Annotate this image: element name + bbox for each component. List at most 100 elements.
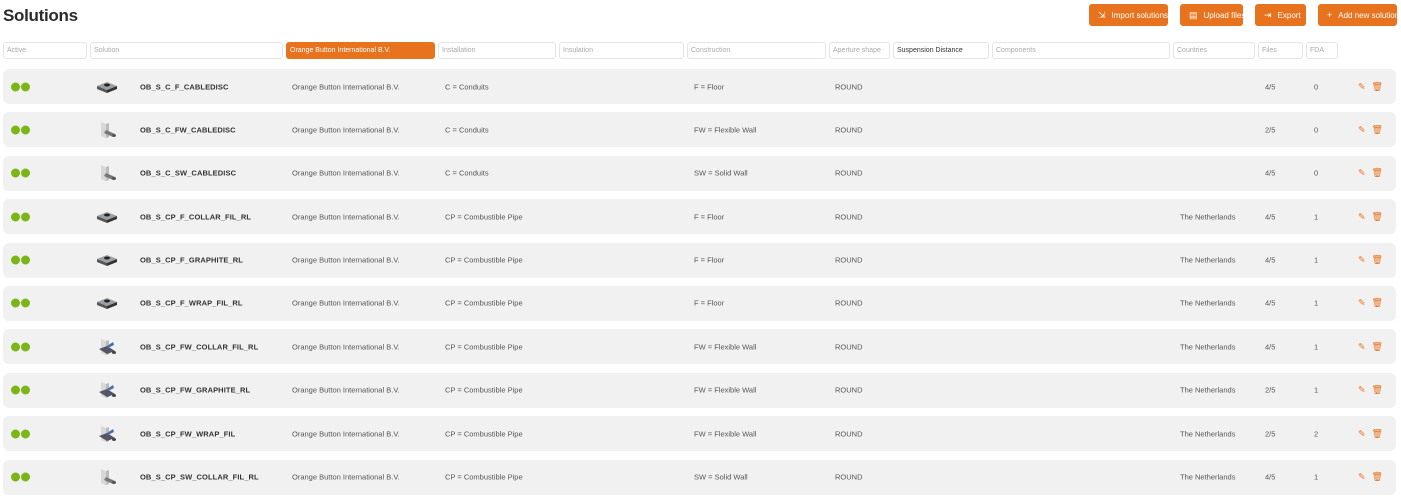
solutions-list: OB_S_C_F_CABLEDISC Orange Button Interna… <box>3 69 1396 500</box>
delete-trash-icon[interactable]: 🗑 <box>1372 82 1383 91</box>
delete-trash-icon[interactable]: 🗑 <box>1372 298 1383 308</box>
delete-trash-icon[interactable]: 🗑 <box>1372 212 1383 221</box>
installation-cell: CP = Combustible Pipe <box>445 342 523 352</box>
delete-trash-icon[interactable]: 🗑 <box>1372 342 1383 351</box>
fda-cell: 0 <box>1314 82 1319 91</box>
aperture-cell: ROUND <box>835 125 863 135</box>
solution-name[interactable]: OB_S_CP_FW_GRAPHITE_RL <box>140 386 250 395</box>
active-status[interactable] <box>11 255 30 265</box>
upload-files-button[interactable]: ▤ Upload files <box>1180 4 1245 26</box>
fda-cell: 1 <box>1314 472 1319 482</box>
solution-name[interactable]: OB_S_CP_FW_WRAP_FIL <box>140 429 235 438</box>
filter-insulation[interactable]: Insulation <box>559 42 684 59</box>
construction-cell: F = Floor <box>694 82 725 91</box>
solution-name[interactable]: OB_S_CP_F_WRAP_FIL_RL <box>140 299 243 308</box>
filter-organisation[interactable]: Orange Button International B.V. <box>286 42 435 59</box>
add-new-solution-label: Add new solution <box>1338 10 1400 20</box>
filter-active[interactable]: Active <box>3 42 87 59</box>
fda-cell: 1 <box>1314 385 1319 395</box>
edit-pencil-icon[interactable]: ✎ <box>1358 125 1366 134</box>
country-cell: The Netherlands <box>1180 212 1236 222</box>
delete-trash-icon[interactable]: 🗑 <box>1372 255 1383 265</box>
edit-pencil-icon[interactable]: ✎ <box>1358 342 1366 351</box>
edit-pencil-icon[interactable]: ✎ <box>1358 212 1366 221</box>
construction-cell: SW = Solid Wall <box>694 168 748 178</box>
delete-trash-icon[interactable]: 🗑 <box>1372 168 1383 178</box>
solution-name[interactable]: OB_S_CP_F_GRAPHITE_RL <box>140 256 243 265</box>
active-dot-icon <box>21 125 30 135</box>
delete-trash-icon[interactable]: 🗑 <box>1372 125 1383 134</box>
fda-cell: 2 <box>1314 429 1319 439</box>
filter-aperture-shape[interactable]: Aperture shape <box>829 42 890 59</box>
country-cell: The Netherlands <box>1180 298 1236 308</box>
table-row[interactable]: OB_S_CP_FW_WRAP_FIL Orange Button Intern… <box>3 416 1396 452</box>
filter-fda[interactable]: FDA <box>1306 42 1338 59</box>
edit-pencil-icon[interactable]: ✎ <box>1358 82 1366 91</box>
active-status[interactable] <box>11 168 30 178</box>
filter-installation[interactable]: Installation <box>438 42 556 59</box>
aperture-cell: ROUND <box>835 212 863 222</box>
installation-cell: CP = Combustible Pipe <box>445 255 523 265</box>
delete-trash-icon[interactable]: 🗑 <box>1372 385 1383 395</box>
delete-trash-icon[interactable]: 🗑 <box>1372 429 1383 438</box>
row-actions: ✎ 🗑 <box>1358 385 1383 395</box>
table-row[interactable]: OB_S_CP_F_WRAP_FIL_RL Orange Button Inte… <box>3 285 1396 321</box>
active-status[interactable] <box>11 212 30 222</box>
solution-name[interactable]: OB_S_CP_FW_COLLAR_FIL_RL <box>140 342 258 351</box>
table-row[interactable]: OB_S_CP_SW_COLLAR_FIL_RL Orange Button I… <box>3 459 1396 495</box>
filter-solution[interactable]: Solution <box>90 42 283 59</box>
solution-name[interactable]: OB_S_C_FW_CABLEDISC <box>140 125 236 134</box>
edit-pencil-icon[interactable]: ✎ <box>1358 255 1366 265</box>
import-solutions-button[interactable]: ⇲ Import solutions <box>1089 4 1168 26</box>
active-status[interactable] <box>11 342 30 352</box>
organisation-cell: Orange Button International B.V. <box>292 255 400 265</box>
active-status[interactable] <box>11 125 30 135</box>
filter-construction[interactable]: Construction <box>687 42 826 59</box>
filter-countries[interactable]: Countries <box>1173 42 1255 59</box>
construction-cell: SW = Solid Wall <box>694 472 748 482</box>
organisation-cell: Orange Button International B.V. <box>292 298 400 308</box>
active-dot-icon <box>11 342 20 352</box>
export-button[interactable]: ⇥ Export <box>1255 4 1306 26</box>
files-cell: 2/5 <box>1265 429 1276 439</box>
files-cell: 4/5 <box>1265 82 1276 91</box>
table-row[interactable]: OB_S_CP_FW_GRAPHITE_RL Orange Button Int… <box>3 372 1396 408</box>
table-row[interactable]: OB_S_CP_F_GRAPHITE_RL Orange Button Inte… <box>3 242 1396 278</box>
edit-pencil-icon[interactable]: ✎ <box>1358 298 1366 308</box>
country-cell: The Netherlands <box>1180 255 1236 265</box>
edit-pencil-icon[interactable]: ✎ <box>1358 429 1366 438</box>
active-status[interactable] <box>11 82 30 91</box>
aperture-cell: ROUND <box>835 385 863 395</box>
delete-trash-icon[interactable]: 🗑 <box>1372 472 1383 482</box>
active-status[interactable] <box>11 298 30 308</box>
active-status[interactable] <box>11 472 30 482</box>
table-row[interactable]: OB_S_C_FW_CABLEDISC Orange Button Intern… <box>3 112 1396 148</box>
edit-pencil-icon[interactable]: ✎ <box>1358 472 1366 482</box>
active-status[interactable] <box>11 385 30 395</box>
country-cell: The Netherlands <box>1180 472 1236 482</box>
table-row[interactable]: OB_S_C_SW_CABLEDISC Orange Button Intern… <box>3 155 1396 191</box>
filter-files[interactable]: Files <box>1258 42 1303 59</box>
filter-suspension-distance[interactable]: Suspension Distance <box>893 42 989 59</box>
row-actions: ✎ 🗑 <box>1358 255 1383 265</box>
active-dot-icon <box>11 125 20 135</box>
solution-name[interactable]: OB_S_C_F_CABLEDISC <box>140 82 229 91</box>
toolbar: ⇲ Import solutions ▤ Upload files ⇥ Expo… <box>1089 4 1400 26</box>
solution-name[interactable]: OB_S_C_SW_CABLEDISC <box>140 169 236 178</box>
import-solutions-label: Import solutions <box>1111 10 1169 20</box>
edit-pencil-icon[interactable]: ✎ <box>1358 168 1366 178</box>
installation-cell: CP = Combustible Pipe <box>445 298 523 308</box>
edit-pencil-icon[interactable]: ✎ <box>1358 385 1366 395</box>
files-cell: 4/5 <box>1265 168 1276 178</box>
organisation-cell: Orange Button International B.V. <box>292 429 400 439</box>
active-status[interactable] <box>11 429 30 439</box>
table-row[interactable]: OB_S_CP_F_COLLAR_FIL_RL Orange Button In… <box>3 199 1396 235</box>
solution-name[interactable]: OB_S_CP_F_COLLAR_FIL_RL <box>140 212 251 221</box>
construction-cell: FW = Flexible Wall <box>694 342 757 352</box>
add-new-solution-button[interactable]: + Add new solution <box>1318 4 1400 26</box>
solution-name[interactable]: OB_S_CP_SW_COLLAR_FIL_RL <box>140 473 259 482</box>
table-row[interactable]: OB_S_C_F_CABLEDISC Orange Button Interna… <box>3 69 1396 104</box>
filter-components[interactable]: Components <box>992 42 1170 59</box>
plus-icon: + <box>1327 9 1333 20</box>
table-row[interactable]: OB_S_CP_FW_COLLAR_FIL_RL Orange Button I… <box>3 329 1396 365</box>
